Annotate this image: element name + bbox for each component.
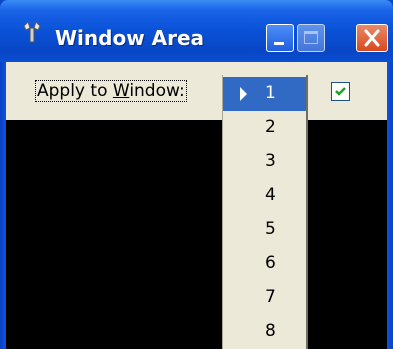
menu-item-label: 7 — [265, 287, 276, 307]
window-number-dropdown-menu: 1 2 3 4 5 6 7 8 — [222, 75, 308, 349]
menu-item-1[interactable]: 1 — [223, 77, 306, 111]
menu-item-5[interactable]: 5 — [223, 213, 306, 247]
menu-item-7[interactable]: 7 — [223, 281, 306, 315]
apply-label-mnemonic: W — [112, 81, 130, 101]
menu-item-4[interactable]: 4 — [223, 179, 306, 213]
close-button[interactable] — [356, 24, 388, 52]
menu-item-label: 6 — [265, 253, 276, 273]
gear-wrench-icon[interactable] — [22, 20, 42, 44]
menu-item-label: 1 — [265, 83, 276, 103]
menu-item-8[interactable]: 8 — [223, 315, 306, 349]
window-title: Window Area — [55, 26, 205, 50]
menu-item-label: 4 — [265, 185, 276, 205]
menu-item-label: 2 — [265, 117, 276, 137]
apply-label-text-end: indow: — [129, 81, 185, 101]
apply-label-text: Apply to — [37, 81, 113, 101]
apply-to-window-label[interactable]: Apply to Window: — [35, 80, 187, 102]
title-bar[interactable]: Window Area — [0, 0, 393, 62]
menu-item-label: 5 — [265, 219, 276, 239]
menu-item-6[interactable]: 6 — [223, 247, 306, 281]
minimize-icon — [274, 42, 284, 45]
submenu-arrow-icon — [240, 87, 247, 101]
menu-item-3[interactable]: 3 — [223, 145, 306, 179]
menu-item-label: 8 — [265, 321, 276, 341]
minimize-button[interactable] — [266, 24, 294, 52]
menu-item-label: 3 — [265, 151, 276, 171]
menu-item-2[interactable]: 2 — [223, 111, 306, 145]
apply-checkbox[interactable] — [331, 82, 350, 101]
maximize-icon — [304, 31, 318, 44]
close-icon — [364, 29, 380, 47]
checkmark-icon — [335, 87, 346, 96]
maximize-button[interactable] — [297, 24, 325, 52]
